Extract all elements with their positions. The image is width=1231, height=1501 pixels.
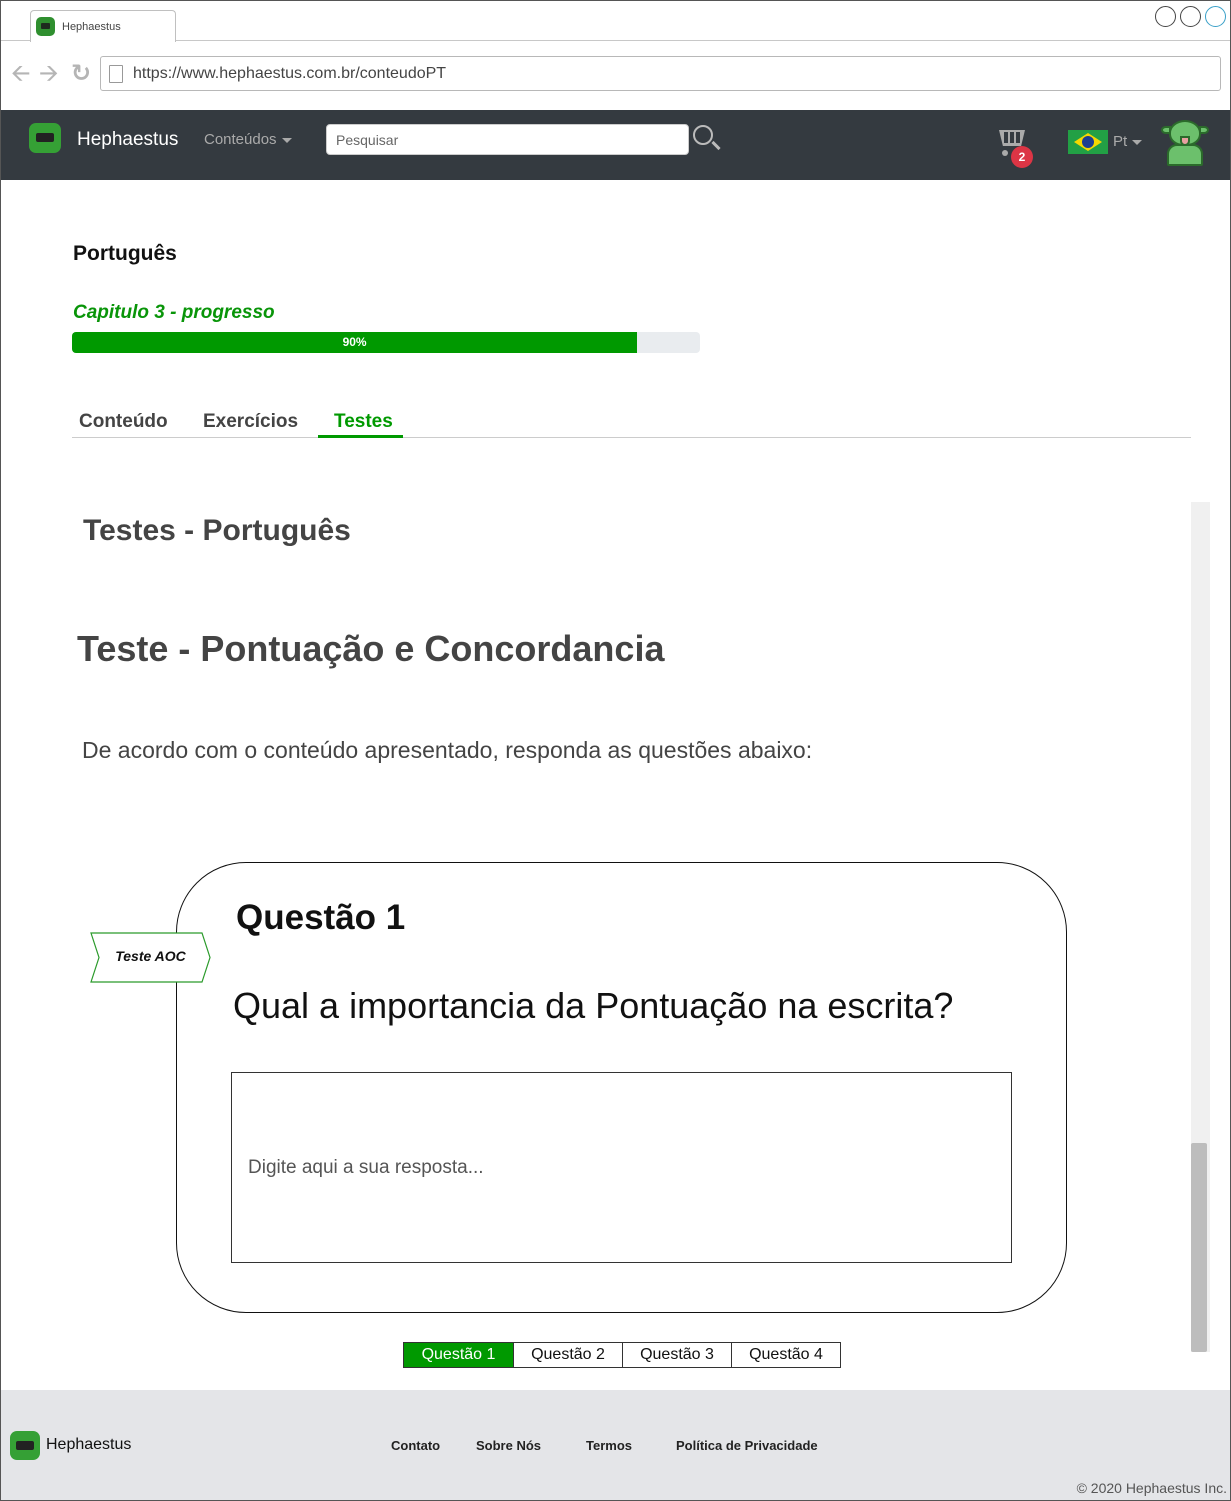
pager-question-3[interactable]: Questão 3 [622, 1343, 731, 1367]
page-icon [109, 65, 123, 83]
footer-link-privacidade[interactable]: Política de Privacidade [676, 1438, 818, 1453]
reload-icon[interactable]: ↻ [71, 62, 91, 86]
forward-icon[interactable]: 🡪 [39, 62, 59, 86]
window-close-button[interactable] [1205, 6, 1226, 27]
scrollbar-thumb[interactable] [1191, 1143, 1207, 1352]
tab-testes[interactable]: Testes [334, 411, 393, 433]
user-avatar[interactable] [1161, 116, 1209, 168]
question-title: Questão 1 [236, 898, 406, 937]
footer: Hephaestus Contato Sobre Nós Termos Polí… [1, 1390, 1230, 1500]
course-tabs: Conteúdo Exercícios Testes [72, 406, 1191, 438]
tab-exercicios[interactable]: Exercícios [203, 411, 298, 433]
chevron-down-icon [281, 137, 292, 143]
app-navbar: Hephaestus Conteúdos 2 Pt [1, 110, 1230, 180]
window-maximize-button[interactable] [1180, 6, 1201, 27]
search-input[interactable] [326, 124, 689, 155]
progress-fill: 90% [72, 332, 638, 353]
test-instructions: De acordo com o conteúdo apresentado, re… [82, 737, 813, 763]
question-tag: Teste AOC [90, 932, 211, 983]
window-minimize-button[interactable] [1155, 6, 1176, 27]
anvil-logo-icon[interactable] [29, 123, 61, 153]
language-selector[interactable]: Pt [1113, 133, 1143, 150]
copyright: © 2020 Hephaestus Inc. [1076, 1480, 1227, 1496]
question-pager: Questão 1 Questão 2 Questão 3 Questão 4 [403, 1342, 841, 1368]
search-icon[interactable] [693, 125, 713, 145]
footer-link-termos[interactable]: Termos [586, 1438, 632, 1453]
active-tab-indicator [318, 435, 403, 438]
url-text: https://www.hephaestus.com.br/conteudoPT [133, 65, 447, 82]
back-icon[interactable]: 🡨 [11, 62, 31, 86]
brand-name[interactable]: Hephaestus [77, 129, 178, 151]
browser-tab[interactable]: Hephaestus [30, 10, 176, 42]
pager-question-2[interactable]: Questão 2 [513, 1343, 622, 1367]
favicon-icon [36, 17, 55, 36]
footer-link-contato[interactable]: Contato [391, 1438, 440, 1453]
question-tag-label: Teste AOC [115, 948, 186, 964]
tests-section-title: Testes - Português [83, 514, 351, 547]
footer-brand[interactable]: Hephaestus [46, 1436, 131, 1454]
tab-conteudo[interactable]: Conteúdo [79, 411, 168, 433]
footer-link-sobre[interactable]: Sobre Nós [476, 1438, 541, 1453]
test-title: Teste - Pontuação e Concordancia [77, 628, 665, 669]
answer-textarea[interactable]: Digite aqui a sua resposta... [231, 1072, 1012, 1263]
browser-tab-bar: Hephaestus [1, 1, 1230, 42]
browser-tab-label: Hephaestus [62, 21, 121, 33]
subject-title: Português [73, 242, 177, 265]
conteudos-dropdown-label: Conteúdos [204, 131, 277, 148]
chevron-down-icon [1132, 139, 1143, 145]
language-label: Pt [1113, 133, 1128, 150]
pager-question-1[interactable]: Questão 1 [404, 1343, 513, 1367]
answer-placeholder: Digite aqui a sua resposta... [248, 1157, 484, 1178]
address-bar: 🡨 🡪 ↻ https://www.hephaestus.com.br/cont… [1, 42, 1230, 110]
question-text: Qual a importancia da Pontuação na escri… [233, 985, 954, 1026]
url-field[interactable]: https://www.hephaestus.com.br/conteudoPT [100, 56, 1221, 91]
cart-count-badge: 2 [1011, 146, 1033, 168]
pager-question-4[interactable]: Questão 4 [731, 1343, 840, 1367]
brazil-flag-icon[interactable] [1068, 130, 1108, 154]
footer-logo-icon[interactable] [10, 1431, 40, 1460]
conteudos-dropdown[interactable]: Conteúdos [204, 131, 292, 148]
chapter-progress-label: Capitulo 3 - progresso [73, 302, 275, 323]
chapter-progress-bar: 90% [72, 332, 700, 353]
